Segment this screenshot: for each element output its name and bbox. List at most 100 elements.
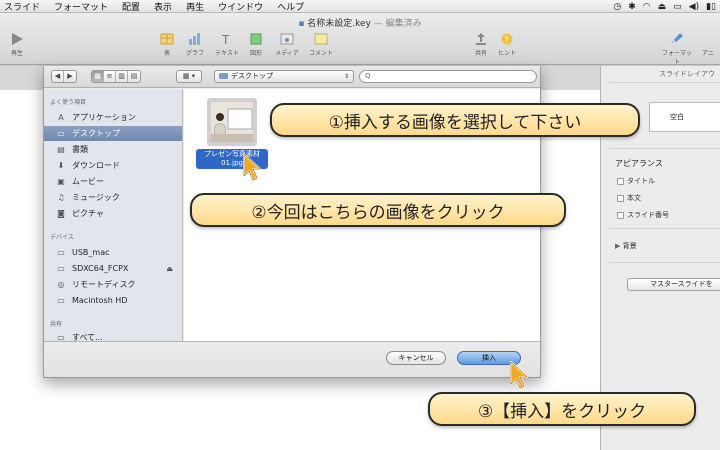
background-label: 背景	[622, 242, 637, 250]
play-label: 再生	[10, 50, 23, 57]
svg-text:?: ?	[505, 36, 509, 45]
sidebar-item-macintosh-hd[interactable]: ▭ Macintosh HD	[44, 293, 182, 308]
format-button[interactable]: フォーマット	[660, 33, 694, 66]
sidebar-item-label: すべて...	[72, 333, 103, 341]
cancel-button[interactable]: キャンセル	[386, 351, 446, 365]
sidebar-item-movies[interactable]: ▣ ムービー	[44, 174, 182, 189]
menu-window[interactable]: ウインドウ	[218, 0, 263, 13]
sidebar-item-remote-disc[interactable]: ◎ リモートディスク	[44, 277, 182, 292]
sidebar-item-usb-mac[interactable]: ▭ USB_mac	[44, 245, 182, 260]
divider	[609, 148, 720, 149]
sidebar-item-downloads[interactable]: ⬇ ダウンロード	[44, 158, 182, 173]
menu-bar: スライド フォーマット 配置 表示 再生 ウインドウ ヘルプ ◷ ✱ ◠ ⏏ ▭…	[0, 0, 720, 13]
edit-master-button[interactable]: マスタースライドを	[627, 278, 720, 291]
desktop-icon: ▭	[57, 129, 65, 138]
icon-view-button[interactable]: ▦	[92, 71, 104, 82]
forward-arrow-icon: ▶	[67, 72, 73, 80]
layout-thumbnail[interactable]: 空白	[649, 102, 720, 132]
tips-label: ヒント	[497, 50, 516, 57]
format-label: フォーマット	[661, 50, 692, 66]
text-label: テキスト	[215, 50, 239, 57]
wifi-icon[interactable]: ◠	[643, 2, 651, 12]
instruction-callout-1: ①挿入する画像を選択して下さい	[270, 103, 640, 137]
coverflow-icon: ▤	[130, 72, 138, 80]
download-icon: ⬇	[57, 161, 65, 170]
bluetooth-icon[interactable]: ✱	[628, 2, 636, 12]
share-icon	[476, 33, 486, 45]
divider	[609, 262, 720, 263]
animate-button[interactable]: アニ	[702, 33, 720, 57]
title-checkbox[interactable]: タイトル	[617, 176, 655, 186]
checkbox-box[interactable]	[617, 211, 624, 219]
disclosure-triangle-icon: ▶	[615, 242, 623, 250]
screen-icon[interactable]: ▭	[673, 2, 682, 12]
back-button[interactable]: ◀	[52, 71, 64, 82]
arrange-popup[interactable]: ▦ ▾	[176, 70, 202, 83]
menu-slide[interactable]: スライド	[4, 0, 40, 13]
back-arrow-icon: ◀	[54, 72, 61, 80]
list-view-button[interactable]: ≡	[104, 71, 116, 82]
view-mode-buttons: ▦ ≡ ▥ ▤	[91, 70, 141, 83]
dialog-sidebar: よく使う項目 A アプリケーション ▭ デスクトップ ▤ 書類 ⬇ ダウンロード ▣ ムー…	[44, 89, 183, 341]
status-tray: ◷ ✱ ◠ ⏏ ▭ ◀) ▮▯	[613, 0, 716, 13]
checkbox-label: スライド番号	[627, 211, 669, 219]
menu-arrange[interactable]: 配置	[122, 0, 140, 13]
checkbox-label: 本文	[627, 194, 641, 202]
eject-icon[interactable]: ⏏	[166, 265, 173, 273]
camera-icon: ◙	[57, 209, 65, 218]
checkbox-box[interactable]	[617, 194, 624, 202]
battery-icon[interactable]: ▮▯	[706, 2, 716, 12]
tips-button[interactable]: ? ヒント	[490, 33, 524, 57]
table-icon	[160, 33, 174, 45]
menu-play[interactable]: 再生	[186, 0, 204, 13]
time-machine-icon[interactable]: ◷	[613, 2, 621, 12]
menu-view[interactable]: 表示	[154, 0, 172, 13]
background-disclosure[interactable]: ▶ 背景	[615, 241, 637, 251]
photo-thumbnail-icon	[211, 102, 253, 143]
disk-icon: ▭	[57, 296, 65, 305]
eject-icon[interactable]: ⏏	[658, 2, 667, 12]
play-button[interactable]: 再生	[0, 33, 34, 57]
sidebar-item-label: ムービー	[72, 177, 104, 186]
media-button[interactable]: メディア	[270, 33, 304, 57]
shape-icon	[250, 33, 262, 45]
media-icon	[280, 33, 294, 45]
columns-icon: ▥	[118, 72, 125, 80]
sidebar-item-all-shared[interactable]: ▭ すべて...	[44, 330, 182, 341]
menu-format[interactable]: フォーマット	[54, 0, 108, 13]
media-label: メディア	[275, 50, 299, 57]
pointer-cursor-icon	[243, 153, 261, 181]
column-view-button[interactable]: ▥	[116, 71, 128, 82]
file-thumbnail[interactable]	[207, 98, 257, 146]
body-checkbox[interactable]: 本文	[617, 193, 641, 203]
shape-label: 図形	[249, 50, 262, 57]
devices-header: デバイス	[50, 234, 74, 241]
animate-label: アニ	[702, 50, 714, 57]
arrange-button[interactable]: ▦ ▾	[177, 71, 201, 82]
app-toolbar: ▪ 名称未設定.key — 編集済み 再生 表 グラフ T テキスト 図形 メデ…	[0, 13, 720, 66]
checkbox-box[interactable]	[617, 177, 624, 185]
sidebar-item-desktop[interactable]: ▭ デスクトップ	[44, 126, 182, 141]
favorites-header: よく使う項目	[50, 99, 87, 106]
instruction-callout-3: ③【挿入】をクリック	[428, 392, 696, 426]
coverflow-view-button[interactable]: ▤	[128, 71, 140, 82]
sidebar-item-documents[interactable]: ▤ 書類	[44, 142, 182, 157]
instruction-callout-2: ②今回はこちらの画像をクリック	[190, 193, 566, 227]
divider	[609, 228, 720, 229]
forward-button[interactable]: ▶	[64, 71, 76, 82]
shape-button[interactable]: 図形	[239, 33, 273, 57]
slide-number-checkbox[interactable]: スライド番号	[617, 210, 669, 220]
sidebar-item-sdxc64[interactable]: ▭ SDXC64_FCPX ⏏	[44, 261, 182, 276]
chart-button[interactable]: グラフ	[178, 33, 212, 57]
comment-button[interactable]: コメント	[304, 33, 338, 57]
app-icon: A	[58, 113, 64, 122]
sidebar-item-applications[interactable]: A アプリケーション	[44, 110, 182, 125]
menu-help[interactable]: ヘルプ	[277, 0, 304, 13]
location-popup[interactable]: デスクトップ ⇕	[214, 70, 354, 83]
divider	[609, 82, 720, 83]
volume-icon[interactable]: ◀)	[689, 2, 699, 12]
sidebar-item-pictures[interactable]: ◙ ピクチャ	[44, 206, 182, 221]
sidebar-item-music[interactable]: ♫ ミュージック	[44, 190, 182, 205]
location-label: デスクトップ	[231, 72, 273, 80]
search-field[interactable]: Q	[359, 70, 537, 83]
